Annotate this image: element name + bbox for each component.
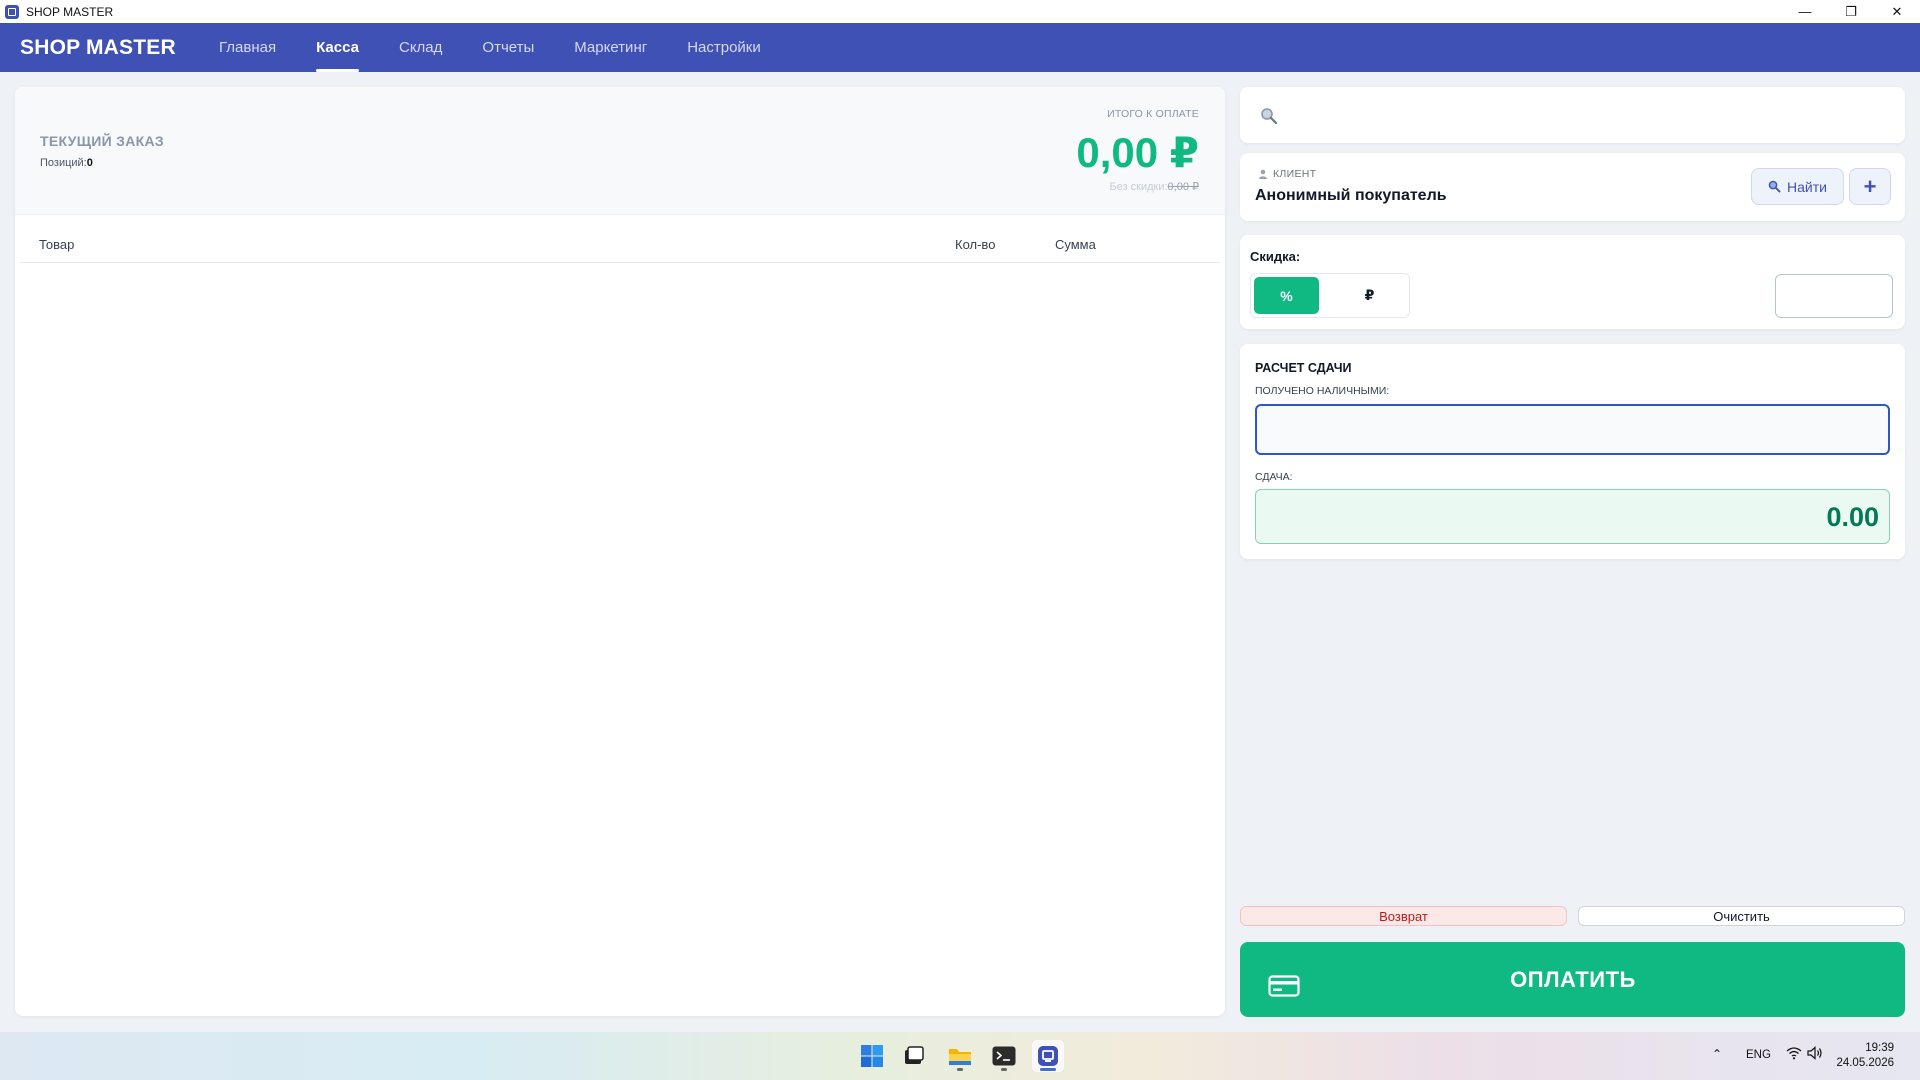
chevron-up-icon[interactable]: ⌃ xyxy=(1712,1047,1722,1061)
nav-item-warehouse[interactable]: Склад xyxy=(399,23,442,72)
start-icon[interactable] xyxy=(856,1040,888,1072)
column-qty: Кол-во xyxy=(955,237,996,252)
no-discount-total: Без скидки:0,00 ₽ xyxy=(1109,181,1199,193)
change-output: 0.00 xyxy=(1255,489,1890,544)
user-icon xyxy=(1259,169,1267,179)
file-explorer-icon[interactable] xyxy=(944,1040,976,1072)
search-icon xyxy=(1260,107,1278,130)
positions-count: Позиций:0 xyxy=(40,157,93,169)
discount-card: Скидка: % ₽ xyxy=(1240,235,1905,329)
product-search-card xyxy=(1240,87,1905,143)
window-title: SHOP MASTER xyxy=(26,4,114,19)
search-icon xyxy=(1768,180,1781,193)
column-product: Товар xyxy=(39,237,75,252)
change-title: РАСЧЕТ СДАЧИ xyxy=(1255,361,1352,375)
nav-item-cashier[interactable]: Касса xyxy=(316,23,359,72)
discount-ruble-button[interactable]: ₽ xyxy=(1337,277,1402,314)
restore-icon[interactable]: ❐ xyxy=(1828,0,1874,23)
product-search-input[interactable] xyxy=(1288,97,1888,133)
column-sum: Сумма xyxy=(1055,237,1096,252)
change-value: 0.00 xyxy=(1826,502,1879,532)
client-card: КЛИЕНТ Анонимный покупатель Найти + xyxy=(1240,153,1905,221)
clock-time: 19:39 xyxy=(1865,1042,1894,1054)
nav-item-home[interactable]: Главная xyxy=(219,23,276,72)
app-icon xyxy=(5,4,19,19)
change-label: СДАЧА: xyxy=(1255,471,1293,483)
top-navbar: SHOP MASTER Главная Касса Склад Отчеты М… xyxy=(0,23,1920,72)
terminal-icon[interactable] xyxy=(988,1040,1020,1072)
volume-icon[interactable] xyxy=(1807,1046,1823,1063)
task-view-icon[interactable] xyxy=(898,1040,930,1072)
clear-button[interactable]: Очистить xyxy=(1578,906,1905,926)
order-table-header: Товар Кол-во Сумма xyxy=(20,215,1220,263)
discount-percent-button[interactable]: % xyxy=(1254,277,1319,314)
system-clock[interactable]: 19:39 24.05.2026 xyxy=(1836,1041,1894,1071)
pay-button[interactable]: ОПЛАТИТЬ xyxy=(1240,942,1905,1017)
change-calculation-card: РАСЧЕТ СДАЧИ ПОЛУЧЕНО НАЛИЧНЫМИ: СДАЧА: … xyxy=(1240,344,1905,559)
client-label: КЛИЕНТ xyxy=(1258,168,1316,180)
total-value: 0,00 ₽ xyxy=(1076,129,1199,176)
wifi-icon[interactable] xyxy=(1786,1046,1802,1063)
cash-received-input[interactable] xyxy=(1255,404,1890,455)
nav-item-reports[interactable]: Отчеты xyxy=(482,23,534,72)
taskbar: ⌃ ENG 19:39 24.05.2026 xyxy=(0,1032,1920,1080)
add-client-button[interactable]: + xyxy=(1849,168,1891,205)
nav-item-marketing[interactable]: Маркетинг xyxy=(574,23,647,72)
order-header: ТЕКУЩИЙ ЗАКАЗ Позиций:0 ИТОГО К ОПЛАТЕ 0… xyxy=(15,87,1225,215)
client-name: Анонимный покупатель xyxy=(1255,187,1447,204)
pay-label: ОПЛАТИТЬ xyxy=(1510,967,1636,992)
order-title: ТЕКУЩИЙ ЗАКАЗ xyxy=(40,133,164,149)
window-titlebar: SHOP MASTER — ❐ ✕ xyxy=(0,0,1920,23)
discount-label: Скидка: xyxy=(1250,249,1301,264)
find-client-button[interactable]: Найти xyxy=(1751,168,1844,205)
brand-logo: SHOP MASTER xyxy=(20,35,176,59)
window-controls: — ❐ ✕ xyxy=(1782,0,1920,23)
clock-date: 24.05.2026 xyxy=(1836,1057,1894,1069)
nav-item-settings[interactable]: Настройки xyxy=(687,23,761,72)
order-panel: ТЕКУЩИЙ ЗАКАЗ Позиций:0 ИТОГО К ОПЛАТЕ 0… xyxy=(15,87,1225,1016)
return-button[interactable]: Возврат xyxy=(1240,906,1567,926)
total-label: ИТОГО К ОПЛАТЕ xyxy=(1107,108,1199,120)
discount-type-toggle: % ₽ xyxy=(1250,273,1410,318)
discount-value-input[interactable] xyxy=(1775,274,1893,318)
close-icon[interactable]: ✕ xyxy=(1874,0,1920,23)
language-indicator[interactable]: ENG xyxy=(1746,1049,1771,1061)
shop-master-taskbar-icon[interactable] xyxy=(1032,1040,1064,1072)
minimize-icon[interactable]: — xyxy=(1782,0,1828,23)
cash-received-label: ПОЛУЧЕНО НАЛИЧНЫМИ: xyxy=(1255,385,1390,397)
